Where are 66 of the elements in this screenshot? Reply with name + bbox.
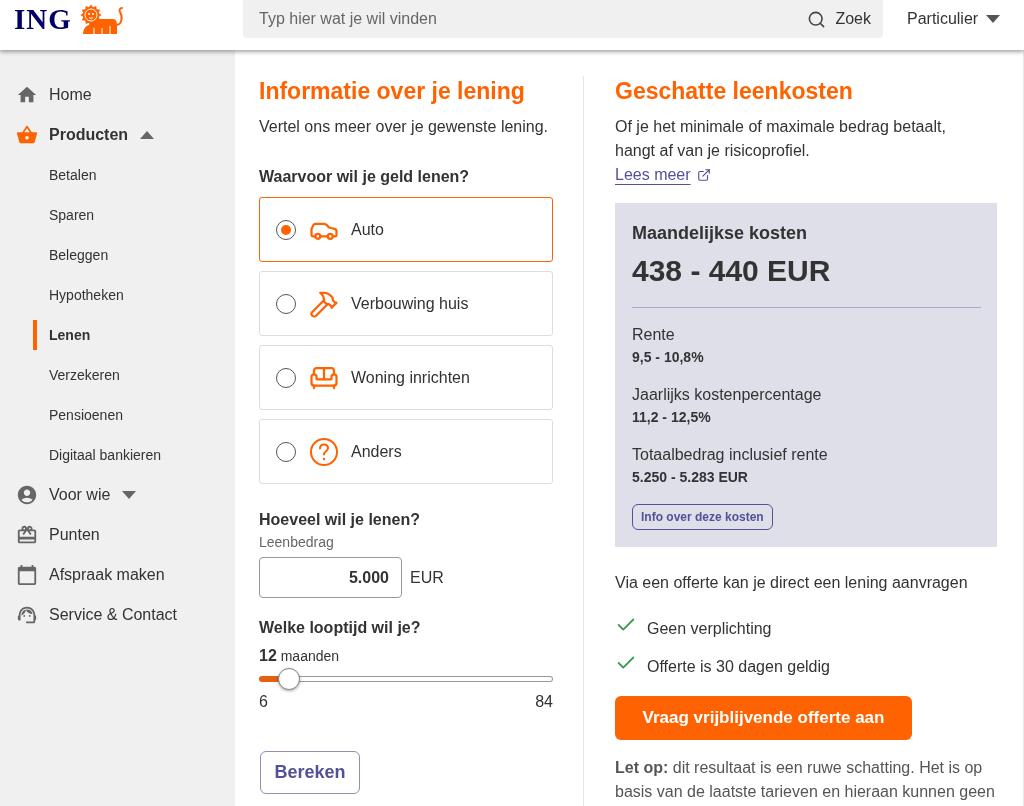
sidebar-subitem[interactable]: Digitaal bankieren xyxy=(0,435,235,475)
disclaimer-text: Let op: dit resultaat is een ruwe schatting. Het is op basis van de laatste tarieven en hieraan kunnen geen xyxy=(615,758,996,802)
sidebar-subitem[interactable]: Beleggen xyxy=(0,235,235,275)
search-button[interactable]: Zoek xyxy=(799,0,883,38)
benefit-text: Offerte is 30 dagen geldig xyxy=(647,657,830,677)
sidebar-subitem[interactable]: Sparen xyxy=(0,195,235,235)
sidebar-subitem[interactable]: Betalen xyxy=(0,155,235,195)
amount-field[interactable]: 5.000 xyxy=(259,557,402,598)
slider-min-label: 6 xyxy=(259,692,268,712)
sidebar-subitem[interactable]: Pensioenen xyxy=(0,395,235,435)
detail-value: 5.250 - 5.283 EUR xyxy=(632,468,749,487)
question-label: Waarvoor wil je geld lenen? xyxy=(259,167,471,187)
sidebar-item[interactable]: Afspraak maken xyxy=(0,555,235,595)
gift-icon xyxy=(16,524,38,546)
monthly-cost-amount: 438 - 440 EUR xyxy=(632,253,832,289)
logo-text: ING xyxy=(14,4,72,34)
slider-track[interactable] xyxy=(259,668,553,690)
section-title: Geschatte leenkosten xyxy=(615,77,854,106)
sidebar-item[interactable]: Producten xyxy=(0,115,235,155)
calendar-icon xyxy=(16,564,38,586)
panel-label: Maandelijkse kosten xyxy=(632,222,809,245)
sidebar-item[interactable]: Voor wie xyxy=(0,475,235,515)
search-icon xyxy=(807,9,827,29)
option-label: Auto xyxy=(351,219,384,240)
detail-value: 9,5 - 10,8% xyxy=(632,348,705,367)
benefit-text: Geen verplichting xyxy=(647,619,772,639)
detail-label: Rente xyxy=(632,325,676,345)
sidebar-item[interactable]: Home xyxy=(0,75,235,115)
lion-logo-icon xyxy=(79,3,124,35)
option-label: Anders xyxy=(351,441,402,462)
sidebar-subitem[interactable]: Hypotheken xyxy=(0,275,235,315)
offer-intro-text: Via een offerte kan je direct een lening aanvragen xyxy=(615,573,969,593)
purpose-option[interactable]: Verbouwing huis xyxy=(259,271,553,336)
detail-label: Totaalbedrag inclusief rente xyxy=(632,445,829,465)
headset-person-icon xyxy=(16,604,38,626)
slider-thumb[interactable] xyxy=(278,668,301,690)
read-more-link[interactable]: Lees meer xyxy=(615,163,711,187)
active-indicator xyxy=(33,320,37,350)
info-button[interactable]: Info over deze kosten xyxy=(632,504,773,530)
question-circle-icon xyxy=(309,437,338,466)
option-label: Verbouwing huis xyxy=(351,293,469,314)
option-label: Woning inrichten xyxy=(351,367,470,388)
question-label: Welke looptijd wil je? xyxy=(259,618,422,638)
section-title: Informatie over je lening xyxy=(259,77,526,106)
sidebar-item[interactable]: Service & Contact xyxy=(0,595,235,635)
caret-down-icon xyxy=(986,15,1001,23)
field-label: Leenbedrag xyxy=(259,533,335,552)
term-value: 12 maanden xyxy=(259,646,341,666)
detail-value: 11,2 - 12,5% xyxy=(632,408,712,427)
currency-label: EUR xyxy=(410,567,444,588)
detail-label: Jaarlijks kostenpercentage xyxy=(632,385,823,405)
purpose-option[interactable]: Anders xyxy=(259,419,553,484)
external-link-icon xyxy=(696,168,711,182)
intro-text: Of je het minimale of maximale bedrag betaalt, hangt af van je risicoprofiel. xyxy=(615,117,947,161)
calculate-button[interactable]: Bereken xyxy=(260,751,360,794)
sidebar-subitem[interactable]: Lenen xyxy=(0,315,235,355)
purpose-option[interactable]: Woning inrichten xyxy=(259,345,553,410)
basket-icon xyxy=(16,124,38,146)
sidebar-subitem[interactable]: Verzekeren xyxy=(0,355,235,395)
sidebar-item[interactable]: Punten xyxy=(0,515,235,555)
purpose-option[interactable]: Auto xyxy=(259,197,553,262)
intro-text: Vertel ons meer over je gewenste lening. xyxy=(259,117,550,137)
slider-max-label: 84 xyxy=(535,692,553,712)
search-field[interactable]: Typ hier wat je wil vinden xyxy=(243,0,800,38)
question-label: Hoeveel wil je lenen? xyxy=(259,510,421,530)
audience-dropdown[interactable]: Particulier xyxy=(907,0,1001,38)
